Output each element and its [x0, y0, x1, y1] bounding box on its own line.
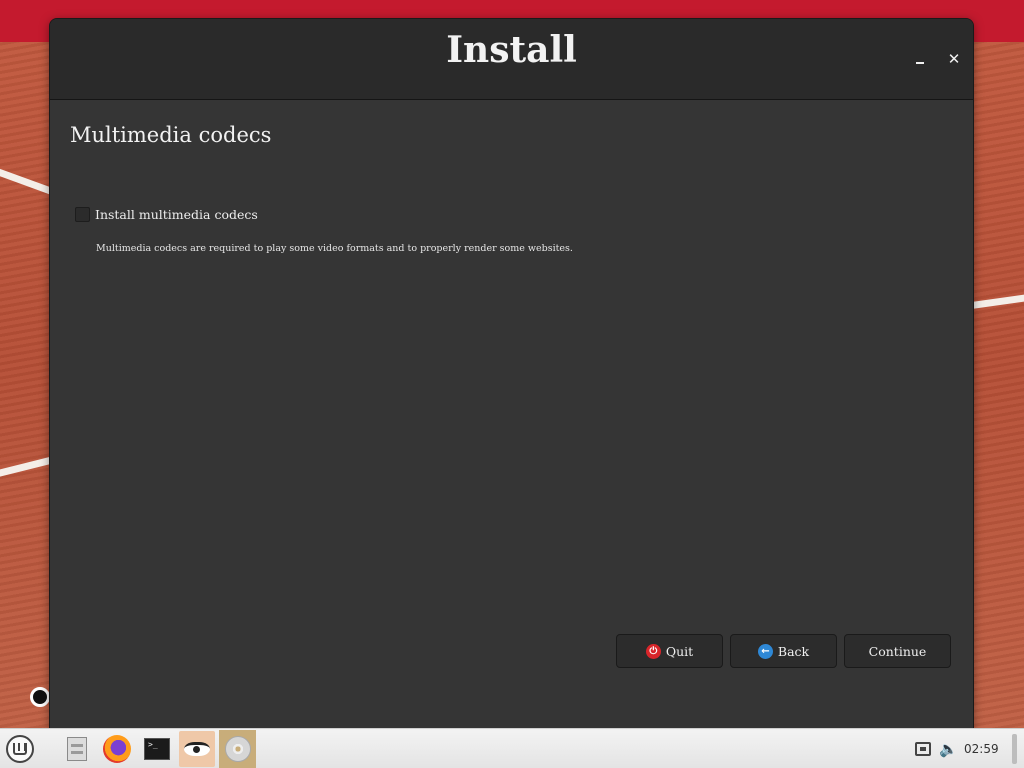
network-tray[interactable]	[915, 729, 931, 768]
start-menu-button[interactable]	[6, 735, 34, 763]
eyes-app-launcher[interactable]	[179, 731, 215, 767]
quit-button[interactable]: ⏻ Quit	[616, 634, 723, 668]
volume-tray[interactable]: 🔈	[939, 729, 958, 768]
minimize-icon	[916, 62, 924, 64]
desktop-circle-icon	[30, 687, 50, 707]
install-codecs-checkbox[interactable]	[75, 207, 90, 222]
show-desktop-button[interactable]	[1012, 734, 1017, 764]
continue-button[interactable]: Continue	[844, 634, 951, 668]
continue-button-label: Continue	[868, 643, 927, 659]
terminal-icon: >_	[144, 738, 170, 760]
minimize-button[interactable]	[910, 49, 930, 69]
window-titlebar[interactable]: Install ✕	[50, 19, 973, 100]
window-title: Install	[446, 29, 577, 71]
close-button[interactable]: ✕	[944, 49, 964, 69]
power-icon: ⏻	[645, 643, 661, 659]
network-icon	[915, 742, 931, 756]
back-arrow-icon: ←	[757, 643, 773, 659]
eyes-icon	[184, 742, 210, 756]
files-launcher[interactable]	[59, 731, 95, 767]
back-button[interactable]: ← Back	[730, 634, 837, 668]
install-codecs-label[interactable]: Install multimedia codecs	[95, 207, 258, 222]
page-title: Multimedia codecs	[70, 123, 272, 147]
codecs-description: Multimedia codecs are required to play s…	[96, 243, 573, 254]
volume-icon: 🔈	[939, 740, 958, 758]
files-icon	[67, 737, 87, 761]
mint-logo-icon	[13, 743, 27, 755]
install-codecs-option[interactable]: Install multimedia codecs	[75, 207, 258, 222]
quit-button-label: Quit	[665, 643, 694, 659]
disc-icon	[224, 736, 251, 762]
firefox-launcher[interactable]	[99, 731, 135, 767]
installer-window: Install ✕ Multimedia codecs Install mult…	[50, 19, 973, 731]
back-button-label: Back	[777, 643, 810, 659]
terminal-launcher[interactable]: >_	[139, 731, 175, 767]
firefox-icon	[103, 735, 131, 763]
clock[interactable]: 02:59	[964, 729, 999, 768]
installer-taskbar-item[interactable]	[219, 730, 256, 768]
taskbar: >_ 🔈 02:59	[0, 728, 1024, 768]
